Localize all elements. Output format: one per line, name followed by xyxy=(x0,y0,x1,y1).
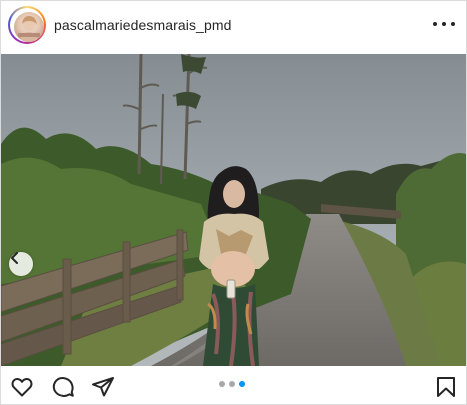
more-options-button[interactable] xyxy=(433,15,455,33)
post-header: pascalmariedesmarais_pmd xyxy=(1,1,466,51)
save-button[interactable] xyxy=(434,375,458,399)
send-icon xyxy=(92,377,114,397)
comment-icon xyxy=(52,377,74,397)
like-button[interactable] xyxy=(10,375,34,399)
chevron-left-icon xyxy=(11,252,18,264)
carousel-dot xyxy=(219,381,225,387)
instagram-post-card: pascalmariedesmarais_pmd xyxy=(0,0,467,405)
carousel-indicator xyxy=(219,381,245,387)
bookmark-icon xyxy=(437,377,455,397)
avatar-image xyxy=(20,16,38,42)
post-image xyxy=(1,54,466,366)
comment-button[interactable] xyxy=(51,375,75,399)
more-horizontal-icon xyxy=(433,22,437,26)
heart-icon xyxy=(11,378,33,397)
carousel-dot-active xyxy=(239,381,245,387)
post-photo[interactable] xyxy=(1,54,466,366)
profile-avatar[interactable] xyxy=(14,12,44,42)
share-button[interactable] xyxy=(91,375,115,399)
carousel-dot xyxy=(229,381,235,387)
story-ring[interactable] xyxy=(8,6,46,44)
carousel-prev-button[interactable] xyxy=(9,252,33,276)
avatar-caption-strip xyxy=(18,33,40,37)
username-link[interactable]: pascalmariedesmarais_pmd xyxy=(54,17,231,33)
